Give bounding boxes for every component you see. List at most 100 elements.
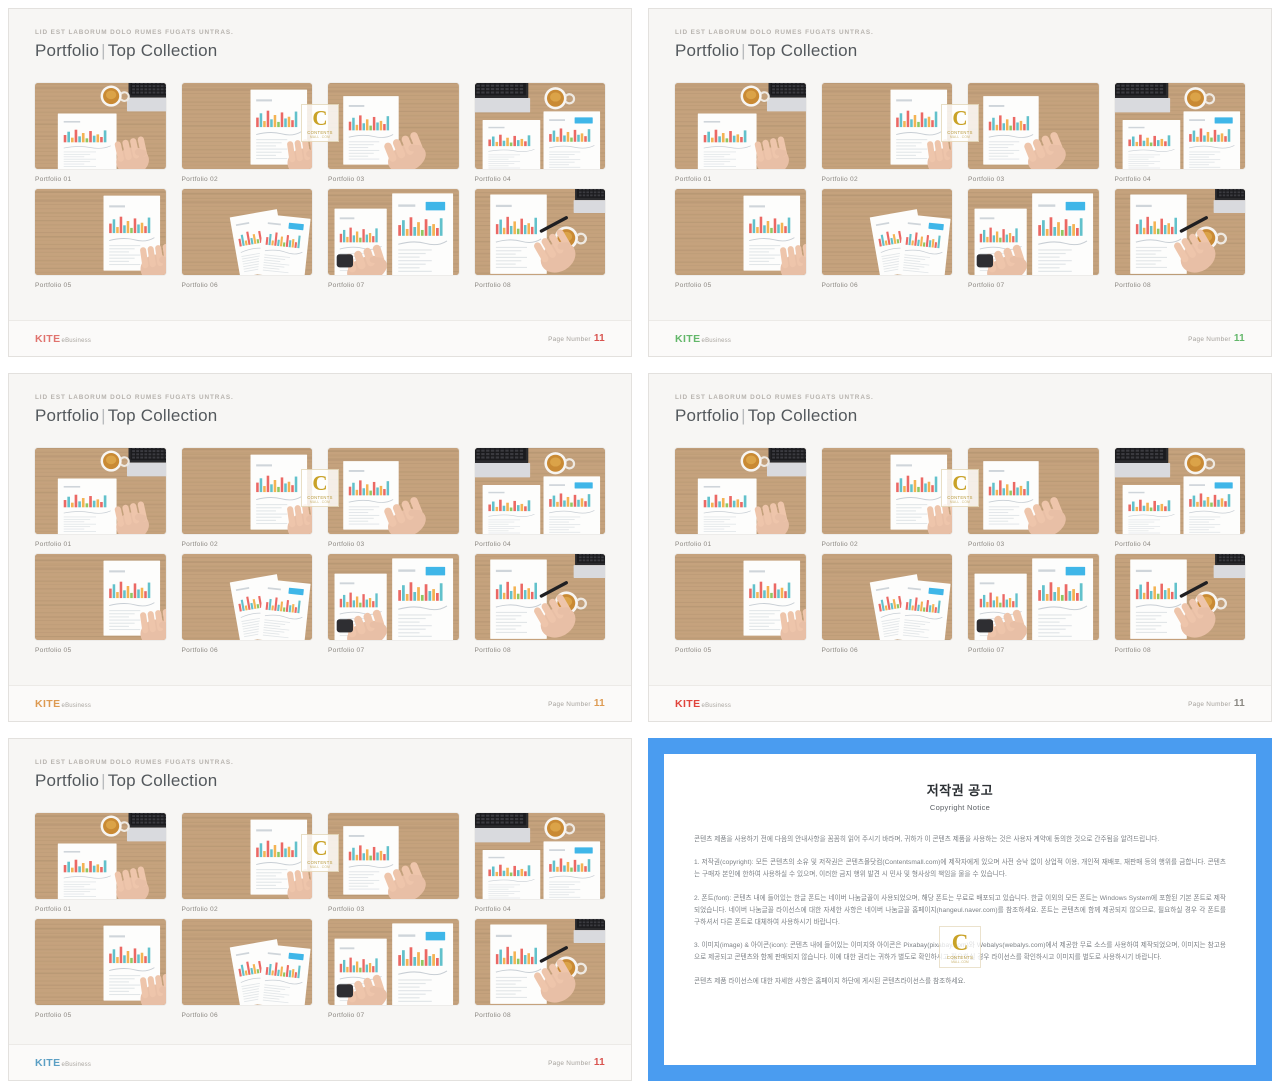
portfolio-thumb-image[interactable] — [35, 83, 166, 169]
portfolio-thumb-image[interactable] — [1114, 83, 1245, 169]
portfolio-thumb-image[interactable] — [35, 554, 166, 640]
portfolio-thumb-item[interactable]: Portfolio 05 — [35, 554, 166, 654]
portfolio-thumb-image[interactable] — [181, 83, 312, 169]
portfolio-thumb-image[interactable] — [821, 83, 952, 169]
portfolio-thumb-item[interactable]: Portfolio 02 — [821, 83, 952, 183]
slide-5-title-a: Portfolio — [35, 771, 100, 790]
portfolio-thumb-item[interactable]: Portfolio 02 — [181, 813, 312, 913]
portfolio-thumb-image[interactable] — [968, 448, 1099, 534]
portfolio-thumb-image[interactable] — [328, 83, 459, 169]
slide-3-content: LID EST LABORUM DOLO RUMES FUGATS UNTRAS… — [9, 374, 631, 685]
portfolio-thumb-image[interactable] — [821, 554, 952, 640]
portfolio-thumb-item[interactable]: Portfolio 06 — [821, 554, 952, 654]
portfolio-thumb-image[interactable] — [1114, 448, 1245, 534]
portfolio-thumb-image[interactable] — [675, 189, 806, 275]
portfolio-thumb-item[interactable]: Portfolio 07 — [968, 554, 1099, 654]
portfolio-thumb-image[interactable] — [474, 189, 605, 275]
portfolio-thumb-item[interactable]: Portfolio 01 — [675, 83, 806, 183]
slide-2-title-b: Top Collection — [747, 41, 858, 60]
portfolio-thumb-image[interactable] — [675, 448, 806, 534]
slide-2[interactable]: LID EST LABORUM DOLO RUMES FUGATS UNTRAS… — [648, 8, 1272, 357]
slide-3-title: Portfolio | Top Collection — [35, 406, 605, 426]
portfolio-thumb-image[interactable] — [181, 448, 312, 534]
portfolio-thumb-image[interactable] — [328, 554, 459, 640]
portfolio-thumb-item[interactable]: Portfolio 06 — [181, 919, 312, 1019]
portfolio-thumb-item[interactable]: Portfolio 04 — [474, 448, 605, 548]
slide-1-logo: KITE eBusiness — [35, 333, 91, 345]
portfolio-thumb-item[interactable]: Portfolio 01 — [35, 448, 166, 548]
slide-5[interactable]: LID EST LABORUM DOLO RUMES FUGATS UNTRAS… — [8, 738, 632, 1081]
portfolio-thumb-item[interactable]: Portfolio 04 — [474, 83, 605, 183]
copyright-sheet: 저작권 공고 Copyright Notice 콘텐츠 제품을 사용하기 전에 … — [664, 754, 1256, 1065]
portfolio-thumb-item[interactable]: Portfolio 08 — [1114, 554, 1245, 654]
portfolio-thumb-image[interactable] — [328, 448, 459, 534]
portfolio-thumb-item[interactable]: Portfolio 04 — [1114, 83, 1245, 183]
portfolio-thumb-image[interactable] — [35, 919, 166, 1005]
portfolio-thumb-item[interactable]: Portfolio 03 — [328, 83, 459, 183]
portfolio-thumb-label: Portfolio 05 — [675, 647, 712, 654]
portfolio-thumb-item[interactable]: Portfolio 08 — [474, 189, 605, 289]
portfolio-thumb-image[interactable] — [1114, 189, 1245, 275]
portfolio-thumb-item[interactable]: Portfolio 07 — [328, 189, 459, 289]
portfolio-thumb-image[interactable] — [35, 189, 166, 275]
slide-1[interactable]: LID EST LABORUM DOLO RUMES FUGATS UNTRAS… — [8, 8, 632, 357]
portfolio-thumb-image[interactable] — [328, 813, 459, 899]
portfolio-thumb-item[interactable]: Portfolio 04 — [1114, 448, 1245, 548]
portfolio-thumb-image[interactable] — [474, 813, 605, 899]
portfolio-thumb-image[interactable] — [821, 189, 952, 275]
portfolio-thumb-image[interactable] — [474, 83, 605, 169]
portfolio-thumb-label: Portfolio 06 — [181, 647, 218, 654]
portfolio-thumb-image[interactable] — [675, 554, 806, 640]
portfolio-thumb-item[interactable]: Portfolio 03 — [328, 813, 459, 913]
portfolio-thumb-item[interactable]: Portfolio 06 — [181, 554, 312, 654]
slide-4[interactable]: LID EST LABORUM DOLO RUMES FUGATS UNTRAS… — [648, 373, 1272, 722]
portfolio-thumb-item[interactable]: Portfolio 05 — [675, 554, 806, 654]
portfolio-thumb-item[interactable]: Portfolio 01 — [675, 448, 806, 548]
portfolio-thumb-item[interactable]: Portfolio 05 — [35, 189, 166, 289]
portfolio-thumb-image[interactable] — [968, 83, 1099, 169]
portfolio-thumb-item[interactable]: Portfolio 01 — [35, 83, 166, 183]
copyright-paragraph: 콘텐츠 제품을 사용하기 전에 다음의 안내사항을 꼼꼼히 읽어 주시기 바라며… — [694, 836, 1160, 843]
slide-cell-1: LID EST LABORUM DOLO RUMES FUGATS UNTRAS… — [0, 0, 640, 365]
portfolio-thumb-image[interactable] — [181, 919, 312, 1005]
slide-3[interactable]: LID EST LABORUM DOLO RUMES FUGATS UNTRAS… — [8, 373, 632, 722]
portfolio-thumb-item[interactable]: Portfolio 04 — [474, 813, 605, 913]
portfolio-thumb-image[interactable] — [328, 189, 459, 275]
portfolio-thumb-item[interactable]: Portfolio 05 — [35, 919, 166, 1019]
portfolio-thumb-image[interactable] — [35, 448, 166, 534]
portfolio-thumb-item[interactable]: Portfolio 07 — [968, 189, 1099, 289]
portfolio-thumb-item[interactable]: Portfolio 03 — [328, 448, 459, 548]
portfolio-thumb-image[interactable] — [675, 83, 806, 169]
portfolio-thumb-item[interactable]: Portfolio 06 — [821, 189, 952, 289]
portfolio-thumb-item[interactable]: Portfolio 02 — [181, 83, 312, 183]
portfolio-thumb-image[interactable] — [181, 813, 312, 899]
portfolio-thumb-label: Portfolio 02 — [181, 541, 218, 548]
portfolio-thumb-image[interactable] — [328, 919, 459, 1005]
portfolio-thumb-image[interactable] — [821, 448, 952, 534]
portfolio-thumb-item[interactable]: Portfolio 07 — [328, 554, 459, 654]
portfolio-thumb-item[interactable]: Portfolio 06 — [181, 189, 312, 289]
portfolio-thumb-image[interactable] — [474, 919, 605, 1005]
portfolio-thumb-item[interactable]: Portfolio 08 — [474, 554, 605, 654]
portfolio-thumb-item[interactable]: Portfolio 08 — [474, 919, 605, 1019]
portfolio-thumb-item[interactable]: Portfolio 05 — [675, 189, 806, 289]
slide-cell-3: LID EST LABORUM DOLO RUMES FUGATS UNTRAS… — [0, 365, 640, 730]
portfolio-thumb-label: Portfolio 08 — [474, 647, 511, 654]
portfolio-thumb-item[interactable]: Portfolio 02 — [821, 448, 952, 548]
portfolio-thumb-item[interactable]: Portfolio 08 — [1114, 189, 1245, 289]
slide-2-title-sep: | — [741, 41, 746, 60]
portfolio-thumb-item[interactable]: Portfolio 02 — [181, 448, 312, 548]
portfolio-thumb-image[interactable] — [35, 813, 166, 899]
slide-1-title-b: Top Collection — [107, 41, 218, 60]
portfolio-thumb-image[interactable] — [474, 554, 605, 640]
portfolio-thumb-image[interactable] — [968, 189, 1099, 275]
portfolio-thumb-item[interactable]: Portfolio 03 — [968, 83, 1099, 183]
portfolio-thumb-item[interactable]: Portfolio 03 — [968, 448, 1099, 548]
portfolio-thumb-image[interactable] — [1114, 554, 1245, 640]
portfolio-thumb-image[interactable] — [474, 448, 605, 534]
portfolio-thumb-item[interactable]: Portfolio 07 — [328, 919, 459, 1019]
portfolio-thumb-item[interactable]: Portfolio 01 — [35, 813, 166, 913]
portfolio-thumb-image[interactable] — [181, 554, 312, 640]
portfolio-thumb-image[interactable] — [968, 554, 1099, 640]
portfolio-thumb-image[interactable] — [181, 189, 312, 275]
